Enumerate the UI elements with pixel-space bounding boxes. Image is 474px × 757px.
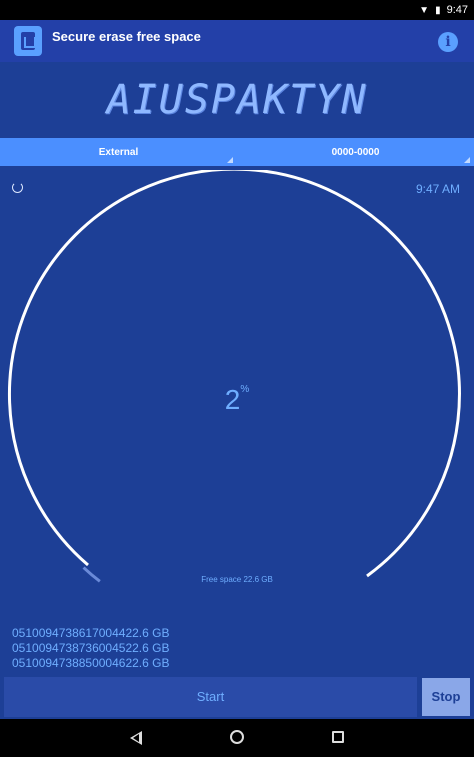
storage-spinner[interactable]: External — [0, 138, 237, 166]
spinner-bar: External 0000-0000 — [0, 138, 474, 166]
stop-button[interactable]: Stop — [422, 678, 470, 716]
banner-text: AIUSPAKTYN — [106, 77, 368, 123]
recents-icon[interactable] — [332, 731, 344, 743]
progress-percent: 2% — [0, 384, 474, 416]
app-bar: Secure erase free space i — [0, 20, 474, 62]
log-line: 0510094738850004622.6 GB — [12, 656, 170, 670]
pattern-spinner-label: 0000-0000 — [331, 146, 380, 158]
dropdown-arrow-icon — [464, 157, 470, 163]
log-list: 0510094738617004422.6 GB 051009473873600… — [12, 626, 169, 671]
start-button[interactable]: Start — [4, 677, 417, 717]
navigation-bar — [0, 719, 474, 757]
storage-spinner-label: External — [98, 146, 139, 158]
button-row: Start Stop — [0, 677, 474, 719]
app-title: Secure erase free space — [52, 29, 201, 44]
battery-icon: ▮ — [435, 4, 441, 16]
percent-sign: % — [240, 384, 250, 395]
free-space-label: Free space 22.6 GB — [201, 575, 273, 584]
status-time: 9:47 — [446, 4, 468, 16]
status-bar: ▼ ▮ 9:47 — [0, 0, 474, 20]
back-icon[interactable] — [130, 731, 142, 745]
log-line: 0510094738617004422.6 GB — [12, 626, 170, 640]
dropdown-arrow-icon — [227, 157, 233, 163]
gauge-track — [7, 170, 461, 578]
log-line: 0510094738736004522.6 GB — [12, 641, 170, 655]
info-icon[interactable]: i — [438, 32, 458, 52]
percent-value: 2 — [224, 384, 241, 415]
home-icon[interactable] — [230, 730, 244, 744]
app-logo-icon — [14, 26, 42, 56]
wifi-icon: ▼ — [419, 4, 430, 16]
pattern-spinner[interactable]: 0000-0000 — [237, 138, 474, 166]
banner: AIUSPAKTYN — [0, 62, 474, 138]
